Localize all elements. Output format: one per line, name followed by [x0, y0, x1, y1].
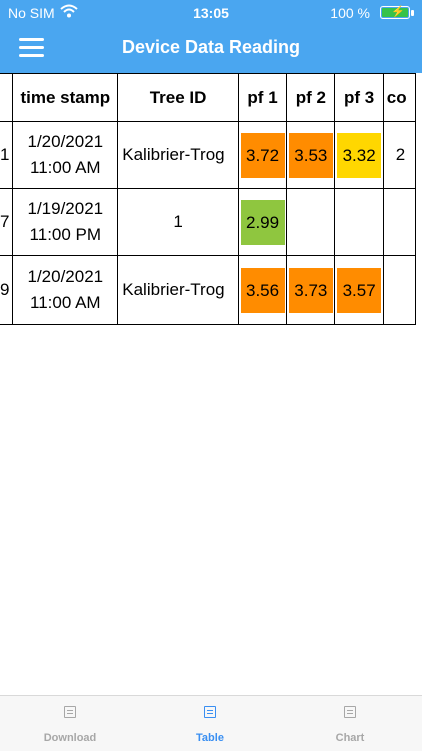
tab-download[interactable]: Download	[20, 706, 120, 744]
table-row[interactable]: 9 1/20/2021 11:00 AM Kalibrier-Trog 3.56…	[0, 255, 417, 325]
pf2-value: 3.73	[288, 268, 333, 313]
table-row[interactable]: 7 1/19/2021 11:00 PM 1 2.99	[0, 188, 417, 256]
pf3-value: 3.57	[337, 268, 382, 313]
tab-chart-label: Chart	[335, 732, 365, 744]
row-index: 7	[0, 188, 14, 256]
battery-icon: ⚡	[380, 6, 410, 19]
table-row[interactable]: 1 1/20/2021 11:00 AM Kalibrier-Trog 3.72…	[0, 121, 417, 189]
table-header-row: time stamp Tree ID pf 1 pf 2 pf 3 co	[0, 73, 417, 122]
time-text: 11:00 PM	[29, 225, 102, 244]
tree-id-cell: Kalibrier-Trog	[117, 121, 239, 189]
date-text: 1/20/2021	[27, 267, 104, 286]
app-header: No SIM 13:05 100 % ⚡ Device Data Reading	[0, 0, 422, 73]
time-text: 11:00 AM	[30, 158, 101, 177]
battery-percentage: 100 %	[330, 5, 370, 21]
pf3-cell	[334, 188, 384, 256]
header-pf2[interactable]: pf 2	[286, 73, 336, 122]
tab-chart[interactable]: Chart	[300, 706, 400, 744]
tree-id-cell: 1	[117, 188, 239, 256]
row-index: 9	[0, 255, 14, 325]
timestamp-cell: 1/19/2021 11:00 PM	[12, 188, 119, 256]
pf2-cell: 3.73	[286, 255, 336, 325]
tree-id-cell: Kalibrier-Trog	[117, 255, 239, 325]
chart-icon	[344, 706, 356, 718]
pf3-value: 3.32	[337, 133, 382, 178]
pf1-value: 2.99	[240, 200, 285, 245]
timestamp-cell: 1/20/2021 11:00 AM	[12, 255, 119, 325]
pf1-cell: 3.56	[237, 255, 288, 325]
tab-download-label: Download	[43, 732, 97, 744]
time-text: 11:00 AM	[30, 293, 101, 312]
pf3-cell: 3.32	[334, 121, 384, 189]
more-cell: 2	[382, 121, 417, 189]
pf1-cell: 2.99	[237, 188, 288, 256]
timestamp-cell: 1/20/2021 11:00 AM	[12, 121, 119, 189]
status-bar: No SIM 13:05 100 % ⚡	[0, 3, 422, 23]
battery-tip	[411, 10, 414, 16]
pf1-value: 3.72	[240, 133, 285, 178]
more-cell	[382, 188, 417, 256]
tree-id-text: Kalibrier-Trog	[122, 280, 225, 299]
header-more[interactable]: co	[382, 73, 417, 122]
pf2-value: 3.53	[288, 133, 333, 178]
more-cell	[382, 255, 417, 325]
pf1-value: 3.56	[240, 268, 285, 313]
pf3-cell: 3.57	[334, 255, 384, 325]
tree-id-text: Kalibrier-Trog	[122, 145, 225, 164]
header-pf3[interactable]: pf 3	[334, 73, 384, 122]
row-index: 1	[0, 121, 14, 189]
header-pf1[interactable]: pf 1	[237, 73, 288, 122]
date-text: 1/19/2021	[27, 199, 104, 218]
pf1-cell: 3.72	[237, 121, 288, 189]
table-icon	[204, 706, 216, 718]
pf2-cell: 3.53	[286, 121, 336, 189]
pf2-cell	[286, 188, 336, 256]
header-tree-id[interactable]: Tree ID	[117, 73, 239, 122]
data-table-container[interactable]: time stamp Tree ID pf 1 pf 2 pf 3 co 1 1…	[0, 73, 422, 333]
tab-bar: Download Table Chart	[0, 695, 422, 751]
page-title: Device Data Reading	[121, 37, 301, 57]
data-table: time stamp Tree ID pf 1 pf 2 pf 3 co 1 1…	[0, 73, 417, 325]
date-text: 1/20/2021	[27, 132, 104, 151]
tab-table[interactable]: Table	[160, 706, 260, 744]
header-index	[0, 73, 14, 122]
tab-table-label: Table	[196, 732, 224, 744]
header-time-stamp[interactable]: time stamp	[12, 73, 119, 122]
download-icon	[64, 706, 76, 718]
